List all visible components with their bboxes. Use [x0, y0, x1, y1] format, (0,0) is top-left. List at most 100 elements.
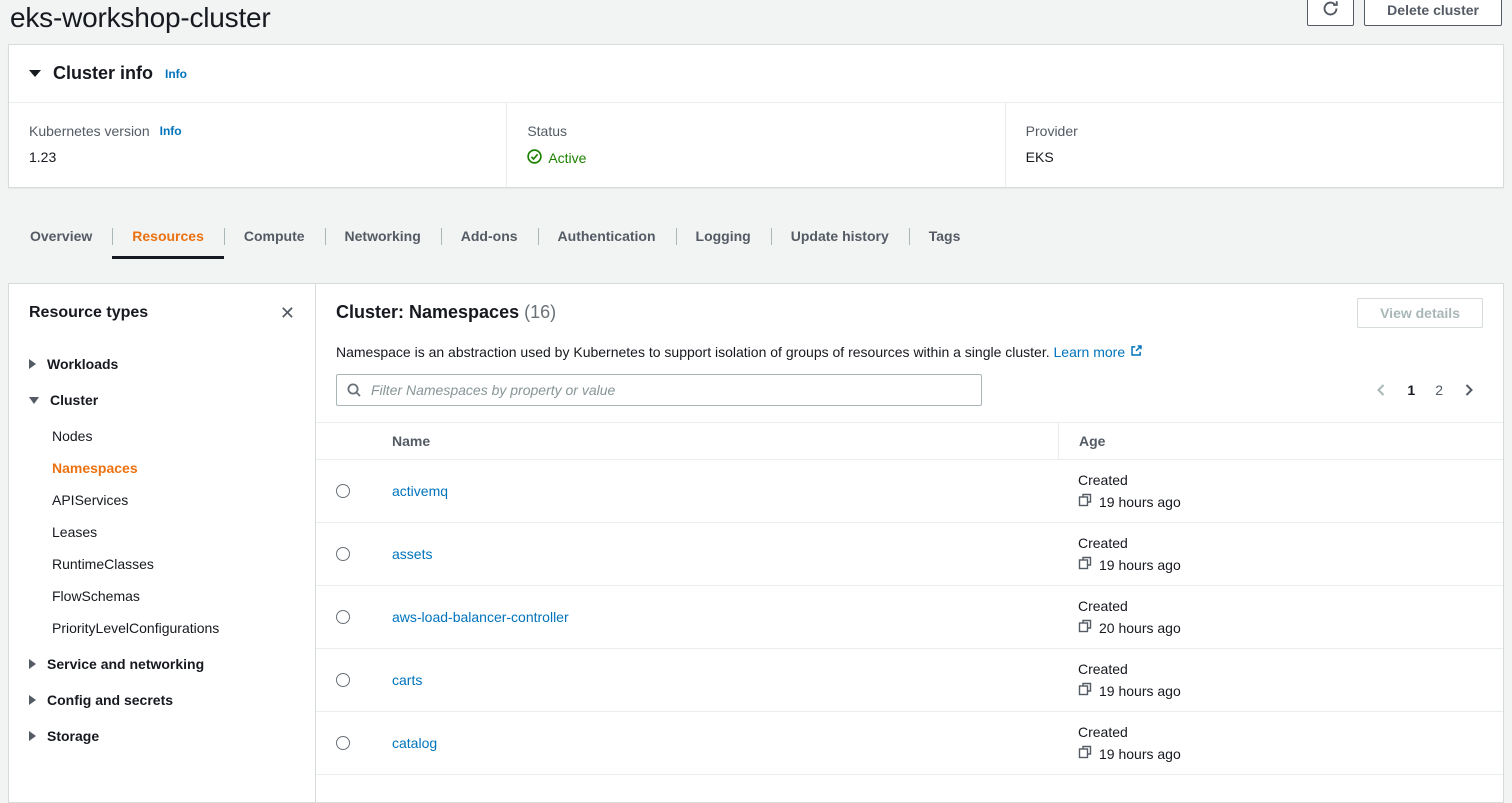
- next-page-button[interactable]: [1463, 383, 1475, 397]
- namespace-link[interactable]: carts: [392, 672, 422, 688]
- group-label: Cluster: [50, 392, 98, 408]
- table-header-row: Name Age: [316, 422, 1503, 460]
- age-value: 19 hours ago: [1099, 746, 1181, 762]
- sidebar-item[interactable]: FlowSchemas: [52, 588, 295, 604]
- sidebar-item[interactable]: RuntimeClasses: [52, 556, 295, 572]
- age-created-label: Created: [1078, 661, 1483, 677]
- tab-label: Authentication: [558, 228, 656, 244]
- table-row: catalog Created 19 hours ago: [316, 712, 1503, 775]
- row-radio-button[interactable]: [336, 736, 350, 750]
- tab-label: Add-ons: [461, 228, 518, 244]
- cluster-info-info-link[interactable]: Info: [165, 67, 187, 81]
- page-button-2[interactable]: 2: [1435, 382, 1443, 398]
- name-column-header: Name: [372, 423, 1058, 459]
- namespace-link[interactable]: activemq: [392, 483, 448, 499]
- tab-bar: Overview Resources Compute Networking Ad…: [8, 214, 1504, 259]
- tab[interactable]: Compute: [224, 214, 325, 259]
- pagination: 1 2: [1375, 382, 1483, 398]
- refresh-icon: [1322, 0, 1339, 20]
- cluster-info-body: Kubernetes version Info 1.23 Status Acti…: [9, 103, 1503, 187]
- status-field: Status Active: [506, 103, 1004, 187]
- caret-right-icon: [29, 731, 36, 741]
- resource-types-title: Resource types: [29, 304, 148, 322]
- tab[interactable]: Resources: [112, 214, 224, 259]
- copy-icon[interactable]: [1078, 556, 1092, 573]
- tab[interactable]: Tags: [909, 214, 981, 259]
- page-header: eks-workshop-cluster Delete cluster: [0, 0, 1512, 34]
- namespace-link[interactable]: catalog: [392, 735, 437, 751]
- tab-label: Tags: [929, 228, 961, 244]
- sidebar-group-workloads[interactable]: Workloads: [29, 356, 295, 372]
- age-value: 20 hours ago: [1099, 620, 1181, 636]
- table-body: activemq Created 19 hours ago: [316, 460, 1503, 775]
- sidebar-group-storage[interactable]: Storage: [29, 728, 295, 744]
- tab-label: Resources: [132, 228, 204, 244]
- age-column-header: Age: [1058, 423, 1503, 459]
- kubernetes-version-value: 1.23: [29, 149, 486, 165]
- sidebar-item[interactable]: Namespaces: [52, 460, 295, 476]
- provider-field: Provider EKS: [1005, 103, 1503, 187]
- namespace-link[interactable]: aws-load-balancer-controller: [392, 609, 569, 625]
- tab-label: Compute: [244, 228, 305, 244]
- external-link-icon: [1130, 342, 1143, 362]
- cluster-group-items: Nodes Namespaces APIServices Leases Runt…: [29, 428, 295, 636]
- caret-right-icon: [29, 659, 36, 669]
- age-created-label: Created: [1078, 535, 1483, 551]
- caret-down-icon: [29, 397, 39, 404]
- resource-tree: Workloads Cluster Nodes Namespaces APISe…: [9, 332, 315, 784]
- row-radio-button[interactable]: [336, 610, 350, 624]
- close-icon[interactable]: ✕: [280, 304, 295, 322]
- status-value: Active: [548, 150, 586, 166]
- row-radio-button[interactable]: [336, 673, 350, 687]
- sidebar-item[interactable]: PriorityLevelConfigurations: [52, 620, 295, 636]
- page-button-1[interactable]: 1: [1407, 382, 1415, 398]
- tab[interactable]: Authentication: [538, 214, 676, 259]
- delete-cluster-button[interactable]: Delete cluster: [1364, 0, 1502, 26]
- tab[interactable]: Update history: [771, 214, 909, 259]
- table-row: activemq Created 19 hours ago: [316, 460, 1503, 523]
- age-value: 19 hours ago: [1099, 557, 1181, 573]
- tab-label: Logging: [696, 228, 751, 244]
- age-created-label: Created: [1078, 472, 1483, 488]
- tab[interactable]: Logging: [676, 214, 771, 259]
- sidebar-group-config-secrets[interactable]: Config and secrets: [29, 692, 295, 708]
- sidebar-group-cluster[interactable]: Cluster: [29, 392, 295, 408]
- tab-label: Networking: [345, 228, 421, 244]
- sidebar-item[interactable]: Nodes: [52, 428, 295, 444]
- kubernetes-version-info-link[interactable]: Info: [160, 124, 182, 138]
- provider-value: EKS: [1026, 149, 1483, 165]
- previous-page-button[interactable]: [1375, 383, 1387, 397]
- select-column-header: [316, 431, 372, 451]
- table-row: carts Created 19 hours ago: [316, 649, 1503, 712]
- tab[interactable]: Overview: [10, 214, 112, 259]
- copy-icon[interactable]: [1078, 619, 1092, 636]
- copy-icon[interactable]: [1078, 682, 1092, 699]
- tab[interactable]: Add-ons: [441, 214, 538, 259]
- tab-label: Overview: [30, 228, 92, 244]
- sidebar-item[interactable]: APIServices: [52, 492, 295, 508]
- row-radio-button[interactable]: [336, 484, 350, 498]
- learn-more-link[interactable]: Learn more: [1054, 342, 1144, 362]
- view-details-button[interactable]: View details: [1357, 298, 1483, 328]
- age-value: 19 hours ago: [1099, 683, 1181, 699]
- refresh-button[interactable]: [1307, 0, 1354, 26]
- caret-right-icon: [29, 359, 36, 369]
- copy-icon[interactable]: [1078, 493, 1092, 510]
- sidebar-group-service-networking[interactable]: Service and networking: [29, 656, 295, 672]
- collapse-caret-icon[interactable]: [29, 70, 41, 77]
- learn-more-label: Learn more: [1054, 342, 1126, 362]
- table-row: assets Created 19 hours ago: [316, 523, 1503, 586]
- copy-icon[interactable]: [1078, 745, 1092, 762]
- status-active-icon: [527, 149, 542, 167]
- group-label: Workloads: [47, 356, 118, 372]
- namespaces-panel: Cluster: Namespaces (16) View details Na…: [316, 284, 1503, 802]
- row-radio-button[interactable]: [336, 547, 350, 561]
- filter-input[interactable]: [336, 374, 982, 406]
- cluster-info-header[interactable]: Cluster info Info: [9, 45, 1503, 103]
- sidebar-item[interactable]: Leases: [52, 524, 295, 540]
- kubernetes-version-field: Kubernetes version Info 1.23: [9, 103, 506, 187]
- tab[interactable]: Networking: [325, 214, 441, 259]
- cluster-info-heading: Cluster info: [53, 63, 153, 84]
- panel-description: Namespace is an abstraction used by Kube…: [336, 342, 1483, 362]
- namespace-link[interactable]: assets: [392, 546, 432, 562]
